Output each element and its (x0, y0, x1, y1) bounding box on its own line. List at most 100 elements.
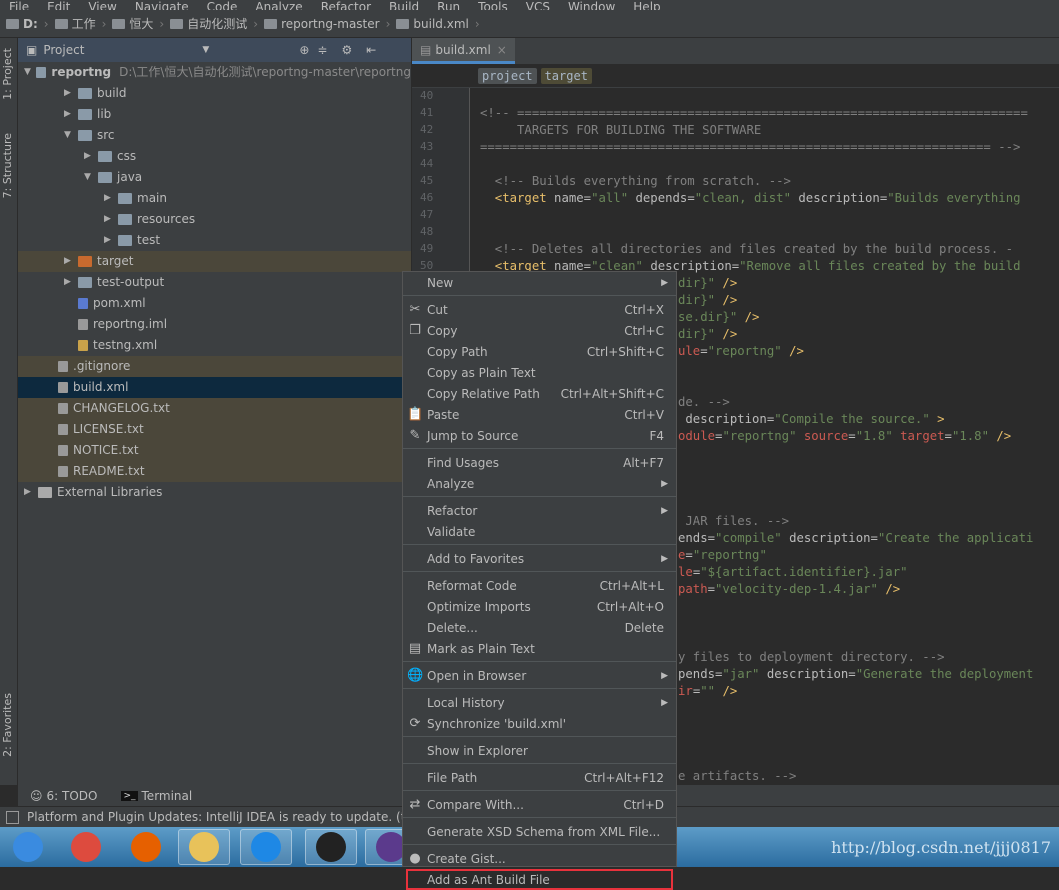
expand-arrow-icon[interactable]: ▼ (84, 167, 94, 188)
menu-item-add-to-favorites[interactable]: Add to Favorites ▶ (403, 548, 676, 569)
tree-item[interactable]: ▶ lib (18, 104, 411, 125)
chevron-down-icon[interactable]: ▼ (202, 45, 209, 55)
menu-build[interactable]: Build (380, 0, 428, 10)
menu-item-cut[interactable]: ✂ Cut Ctrl+X (403, 299, 676, 320)
tree-item[interactable]: ▶ External Libraries (18, 482, 411, 503)
menu-item-compare-with[interactable]: ⇄ Compare With... Ctrl+D (403, 794, 676, 815)
expand-arrow-icon[interactable]: ▶ (104, 188, 114, 209)
menu-item-synchronize-build-xml[interactable]: ⟳ Synchronize 'build.xml' (403, 713, 676, 734)
expand-arrow-icon[interactable]: ▼ (24, 62, 32, 83)
menu-item-add-as-ant-build-file[interactable]: Add as Ant Build File (406, 869, 673, 890)
menu-item-local-history[interactable]: Local History ▶ (403, 692, 676, 713)
favorites-tool-tab[interactable]: 2: Favorites (1, 693, 14, 757)
menu-item-new[interactable]: New ▶ (403, 272, 676, 293)
menu-item-show-in-explorer[interactable]: Show in Explorer (403, 740, 676, 761)
expand-arrow-icon[interactable]: ▶ (84, 146, 94, 167)
taskbar-chrome-button[interactable] (60, 829, 112, 865)
menu-view[interactable]: View (79, 0, 125, 10)
menu-window[interactable]: Window (559, 0, 624, 10)
breadcrumb-item[interactable]: reportng-master › (264, 17, 390, 31)
tree-item[interactable]: ▶ css (18, 146, 411, 167)
menu-item-paste[interactable]: 📋 Paste Ctrl+V (403, 404, 676, 425)
tree-item[interactable]: CHANGELOG.txt (18, 398, 411, 419)
menu-refactor[interactable]: Refactor (312, 0, 380, 10)
project-view-selector[interactable]: Project (43, 43, 84, 57)
crumb-project[interactable]: project (478, 67, 537, 84)
menu-item-file-path[interactable]: File Path Ctrl+Alt+F12 (403, 767, 676, 788)
close-icon[interactable]: × (497, 43, 507, 57)
expand-arrow-icon[interactable]: ▼ (64, 125, 74, 146)
taskbar-start-button[interactable] (2, 829, 54, 865)
tree-item[interactable]: LICENSE.txt (18, 419, 411, 440)
gear-icon[interactable]: ⚙ (341, 43, 352, 57)
breadcrumb-item[interactable]: 工作 › (54, 15, 106, 32)
tree-item[interactable]: ▶ resources (18, 209, 411, 230)
structure-tool-tab[interactable]: 7: Structure (1, 133, 14, 198)
terminal-tool-button[interactable]: Terminal (142, 789, 193, 803)
tree-item[interactable]: pom.xml (18, 293, 411, 314)
tree-item[interactable]: README.txt (18, 461, 411, 482)
menu-item-jump-to-source[interactable]: ✎ Jump to Source F4 (403, 425, 676, 446)
menu-item-optimize-imports[interactable]: Optimize Imports Ctrl+Alt+O (403, 596, 676, 617)
menu-item-refactor[interactable]: Refactor ▶ (403, 500, 676, 521)
tree-item[interactable]: reportng.iml (18, 314, 411, 335)
menu-item-reformat-code[interactable]: Reformat Code Ctrl+Alt+L (403, 575, 676, 596)
expand-arrow-icon[interactable]: ▶ (104, 209, 114, 230)
expand-arrow-icon[interactable]: ▶ (64, 272, 74, 293)
tree-item[interactable]: ▶ main (18, 188, 411, 209)
menu-run[interactable]: Run (428, 0, 469, 10)
menu-analyze[interactable]: Analyze (246, 0, 311, 10)
status-message[interactable]: Platform and Plugin Updates: IntelliJ ID… (27, 810, 413, 824)
menu-item-find-usages[interactable]: Find Usages Alt+F7 (403, 452, 676, 473)
menu-tools[interactable]: Tools (469, 0, 517, 10)
expand-arrow-icon[interactable]: ▶ (64, 83, 74, 104)
expand-arrow-icon[interactable]: ▶ (64, 251, 74, 272)
menu-item-copy[interactable]: ❐ Copy Ctrl+C (403, 320, 676, 341)
menu-item-copy-as-plain-text[interactable]: Copy as Plain Text (403, 362, 676, 383)
tree-item[interactable]: .gitignore (18, 356, 411, 377)
tree-item[interactable]: ▶ target (18, 251, 411, 272)
tree-item[interactable]: ▼ src (18, 125, 411, 146)
breadcrumb-item[interactable]: build.xml › (396, 17, 480, 31)
tree-root-reportng[interactable]: ▼ reportng D:\工作\恒大\自动化测试\reportng-master\… (18, 62, 411, 83)
locate-icon[interactable]: ⊕ (299, 43, 309, 57)
tab-build-xml[interactable]: ▤ build.xml × (412, 38, 515, 64)
todo-tool-button[interactable]: 6: TODO (47, 789, 98, 803)
taskbar-explorer-button[interactable] (178, 829, 230, 865)
menu-item-mark-as-plain-text[interactable]: ▤ Mark as Plain Text (403, 638, 676, 659)
menu-item-copy-path[interactable]: Copy Path Ctrl+Shift+C (403, 341, 676, 362)
collapse-all-icon[interactable]: ≑ (317, 43, 327, 57)
tree-item[interactable]: build.xml (18, 377, 411, 398)
hide-panel-icon[interactable]: ⇤ (366, 43, 376, 57)
menu-item-open-in-browser[interactable]: 🌐 Open in Browser ▶ (403, 665, 676, 686)
breadcrumb-item[interactable]: 恒大 › (112, 15, 164, 32)
tree-item[interactable]: ▶ build (18, 83, 411, 104)
taskbar-firefox-button[interactable] (120, 829, 172, 865)
menu-item-generate-xsd-schema-from-xml-file[interactable]: Generate XSD Schema from XML File... (403, 821, 676, 842)
crumb-target[interactable]: target (540, 67, 592, 84)
tree-item[interactable]: testng.xml (18, 335, 411, 356)
tree-item[interactable]: ▶ test (18, 230, 411, 251)
taskbar-nox-button[interactable] (305, 829, 357, 865)
menu-edit[interactable]: Edit (38, 0, 79, 10)
status-toggle-icon[interactable] (6, 810, 19, 824)
tree-item[interactable]: NOTICE.txt (18, 440, 411, 461)
menu-code[interactable]: Code (198, 0, 247, 10)
expand-arrow-icon[interactable]: ▶ (24, 482, 34, 503)
menu-item-delete[interactable]: Delete... Delete (403, 617, 676, 638)
menu-item-create-gist[interactable]: ● Create Gist... (403, 848, 676, 869)
menu-navigate[interactable]: Navigate (126, 0, 198, 10)
menu-vcs[interactable]: VCS (517, 0, 559, 10)
menu-help[interactable]: Help (624, 0, 669, 10)
breadcrumb-item[interactable]: D: › (6, 17, 49, 31)
menu-item-copy-relative-path[interactable]: Copy Relative Path Ctrl+Alt+Shift+C (403, 383, 676, 404)
menu-file[interactable]: File (0, 0, 38, 10)
project-tool-tab[interactable]: 1: Project (1, 48, 14, 100)
breadcrumb-item[interactable]: 自动化测试 › (170, 15, 258, 32)
expand-arrow-icon[interactable]: ▶ (104, 230, 114, 251)
expand-arrow-icon[interactable]: ▶ (64, 104, 74, 125)
menu-item-validate[interactable]: Validate (403, 521, 676, 542)
tree-item[interactable]: ▼ java (18, 167, 411, 188)
tree-item[interactable]: ▶ test-output (18, 272, 411, 293)
menu-item-analyze[interactable]: Analyze ▶ (403, 473, 676, 494)
